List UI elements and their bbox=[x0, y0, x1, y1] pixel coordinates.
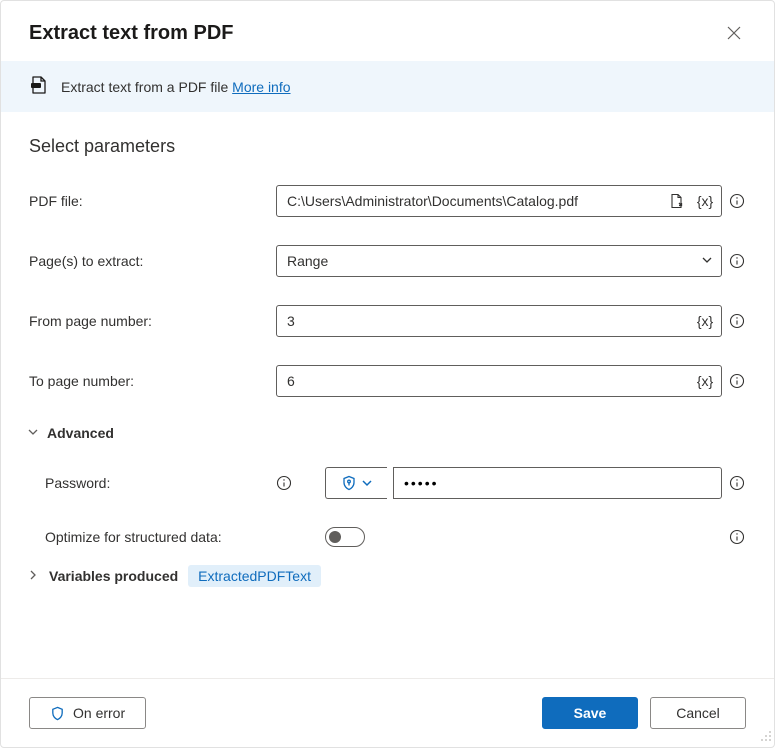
save-button[interactable]: Save bbox=[542, 697, 638, 729]
from-page-input[interactable] bbox=[276, 305, 722, 337]
variables-produced-row[interactable]: Variables produced ExtractedPDFText bbox=[27, 565, 746, 587]
info-icon bbox=[729, 193, 745, 209]
insert-variable-button[interactable]: {x} bbox=[692, 308, 718, 334]
chevron-down-icon bbox=[361, 477, 373, 489]
toggle-knob bbox=[329, 531, 341, 543]
chevron-right-icon bbox=[27, 568, 39, 584]
extract-pdf-text-dialog: Extract text from PDF PDF Extract text f… bbox=[0, 0, 775, 748]
resize-handle[interactable] bbox=[760, 729, 772, 745]
pdf-file-label: PDF file: bbox=[29, 193, 276, 209]
to-page-info-button[interactable] bbox=[728, 372, 746, 390]
insert-variable-button[interactable]: {x} bbox=[692, 368, 718, 394]
close-button[interactable] bbox=[722, 21, 746, 45]
from-page-label: From page number: bbox=[29, 313, 276, 329]
pages-row: Page(s) to extract: Range bbox=[29, 245, 746, 277]
credential-type-select[interactable] bbox=[325, 467, 387, 499]
dialog-header: Extract text from PDF bbox=[1, 1, 774, 61]
variables-produced-label: Variables produced bbox=[49, 568, 178, 584]
parameters-section-title: Select parameters bbox=[29, 136, 746, 157]
resize-grip-icon bbox=[760, 730, 772, 742]
variable-icon: {x} bbox=[697, 193, 713, 209]
shield-icon bbox=[341, 475, 357, 491]
from-page-row: From page number: {x} bbox=[29, 305, 746, 337]
info-icon bbox=[729, 529, 745, 545]
password-row: Password: bbox=[45, 467, 746, 499]
advanced-toggle[interactable]: Advanced bbox=[27, 425, 746, 441]
info-icon bbox=[729, 253, 745, 269]
pdf-file-info-button[interactable] bbox=[728, 192, 746, 210]
dialog-body: Select parameters PDF file: bbox=[1, 112, 774, 678]
pages-info-button[interactable] bbox=[728, 252, 746, 270]
on-error-button[interactable]: On error bbox=[29, 697, 146, 729]
svg-text:PDF: PDF bbox=[32, 83, 41, 88]
banner-text: Extract text from a PDF file More info bbox=[61, 79, 291, 95]
chevron-down-icon bbox=[27, 425, 39, 441]
dialog-footer: On error Save Cancel bbox=[1, 678, 774, 747]
shield-outline-icon bbox=[50, 706, 65, 721]
info-icon bbox=[729, 313, 745, 329]
optimize-row: Optimize for structured data: bbox=[45, 527, 746, 547]
optimize-toggle[interactable] bbox=[325, 527, 365, 547]
advanced-content: Password: bbox=[29, 467, 746, 547]
info-banner: PDF Extract text from a PDF file More in… bbox=[1, 61, 774, 112]
password-label: Password: bbox=[45, 475, 269, 491]
pages-select[interactable]: Range bbox=[276, 245, 722, 277]
file-icon bbox=[669, 193, 685, 209]
to-page-input[interactable] bbox=[276, 365, 722, 397]
from-page-info-button[interactable] bbox=[728, 312, 746, 330]
to-page-label: To page number: bbox=[29, 373, 276, 389]
password-info-left-button[interactable] bbox=[275, 474, 293, 492]
dialog-title: Extract text from PDF bbox=[29, 22, 234, 45]
pdf-file-row: PDF file: {x} bbox=[29, 185, 746, 217]
more-info-link[interactable]: More info bbox=[232, 79, 290, 95]
variable-icon: {x} bbox=[697, 373, 713, 389]
info-icon bbox=[729, 475, 745, 491]
cancel-button[interactable]: Cancel bbox=[650, 697, 746, 729]
info-icon bbox=[276, 475, 292, 491]
password-info-button[interactable] bbox=[728, 474, 746, 492]
to-page-row: To page number: {x} bbox=[29, 365, 746, 397]
optimize-info-button[interactable] bbox=[728, 528, 746, 546]
variable-pill[interactable]: ExtractedPDFText bbox=[188, 565, 321, 587]
info-icon bbox=[729, 373, 745, 389]
optimize-label: Optimize for structured data: bbox=[45, 529, 325, 545]
pdf-file-input[interactable] bbox=[276, 185, 722, 217]
variable-icon: {x} bbox=[697, 313, 713, 329]
chevron-down-icon bbox=[701, 253, 713, 269]
close-icon bbox=[727, 26, 741, 40]
pdf-file-icon: PDF bbox=[29, 75, 49, 98]
password-input[interactable] bbox=[393, 467, 722, 499]
pages-label: Page(s) to extract: bbox=[29, 253, 276, 269]
insert-variable-button[interactable]: {x} bbox=[692, 188, 718, 214]
browse-file-button[interactable] bbox=[664, 188, 690, 214]
advanced-label: Advanced bbox=[47, 425, 114, 441]
